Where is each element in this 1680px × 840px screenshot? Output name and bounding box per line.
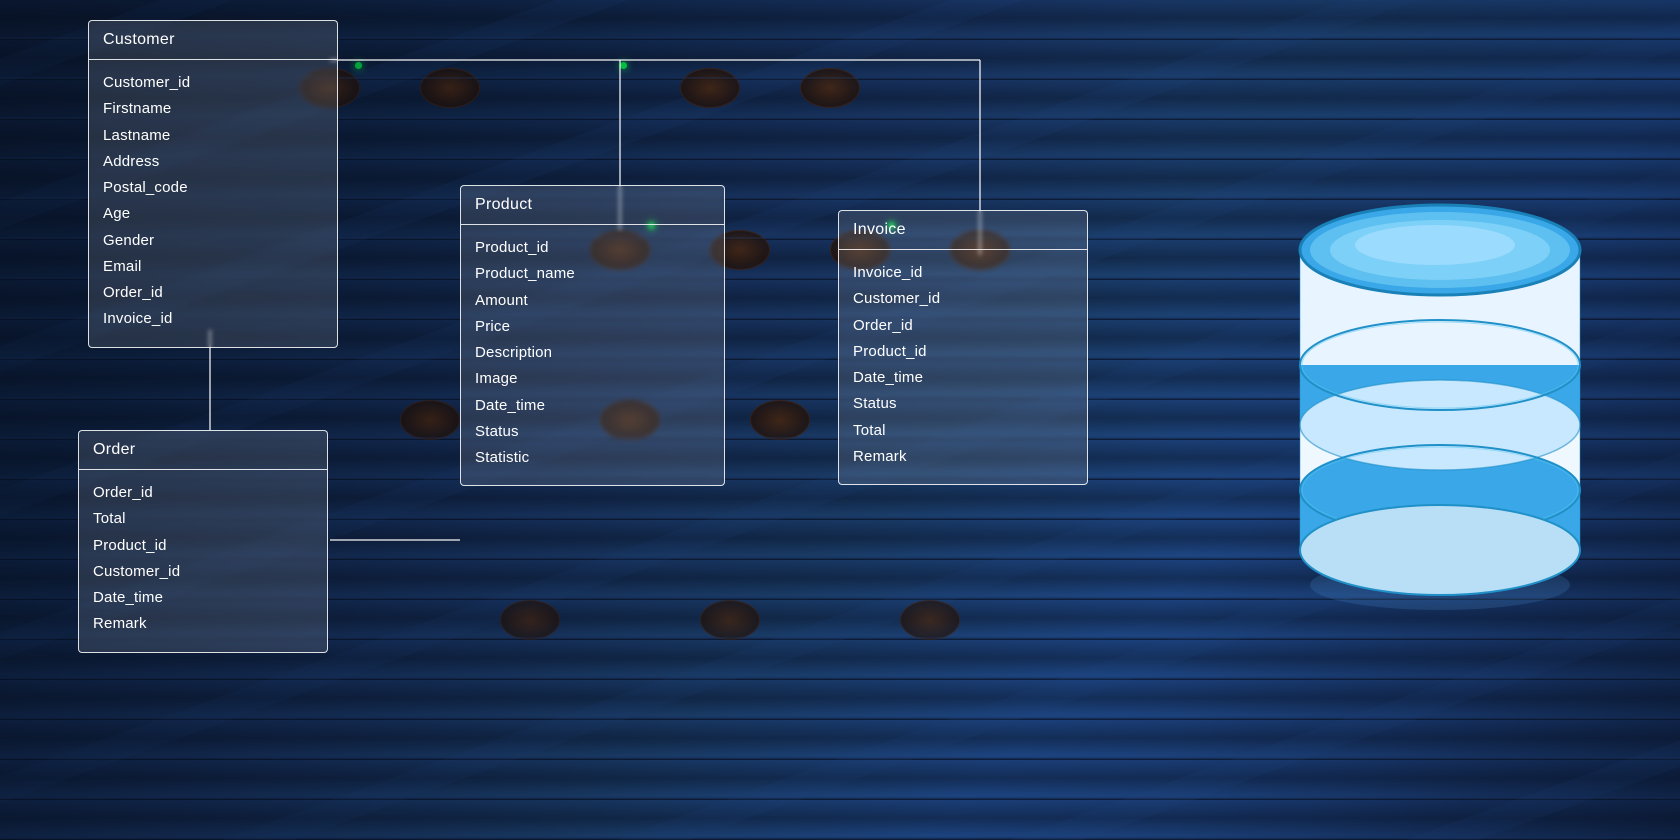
customer-field-5: Postal_code (103, 175, 323, 201)
customer-table: Customer Customer_id Firstname Lastname … (88, 20, 338, 348)
product-field-1: Product_id (475, 235, 710, 261)
invoice-table-header: Invoice (839, 211, 1087, 250)
customer-table-header: Customer (89, 21, 337, 60)
invoice-table-body: Invoice_id Customer_id Order_id Product_… (839, 250, 1087, 484)
invoice-field-5: Date_time (853, 365, 1073, 391)
customer-field-9: Order_id (103, 280, 323, 306)
customer-field-2: Firstname (103, 96, 323, 122)
product-field-4: Price (475, 314, 710, 340)
order-field-5: Date_time (93, 585, 313, 611)
order-field-2: Total (93, 506, 313, 532)
order-field-1: Order_id (93, 480, 313, 506)
invoice-field-6: Status (853, 391, 1073, 417)
invoice-field-3: Order_id (853, 313, 1073, 339)
invoice-table: Invoice Invoice_id Customer_id Order_id … (838, 210, 1088, 485)
invoice-field-7: Total (853, 418, 1073, 444)
product-table: Product Product_id Product_name Amount P… (460, 185, 725, 486)
invoice-field-8: Remark (853, 444, 1073, 470)
order-table-body: Order_id Total Product_id Customer_id Da… (79, 470, 327, 652)
customer-field-10: Invoice_id (103, 306, 323, 332)
product-field-6: Image (475, 366, 710, 392)
customer-field-7: Gender (103, 228, 323, 254)
customer-field-4: Address (103, 149, 323, 175)
product-field-8: Status (475, 419, 710, 445)
customer-field-1: Customer_id (103, 70, 323, 96)
product-field-5: Description (475, 340, 710, 366)
product-field-2: Product_name (475, 261, 710, 287)
order-table-header: Order (79, 431, 327, 470)
product-field-7: Date_time (475, 393, 710, 419)
product-table-header: Product (461, 186, 724, 225)
customer-field-8: Email (103, 254, 323, 280)
order-field-3: Product_id (93, 533, 313, 559)
order-table: Order Order_id Total Product_id Customer… (78, 430, 328, 653)
invoice-field-1: Invoice_id (853, 260, 1073, 286)
order-field-4: Customer_id (93, 559, 313, 585)
product-table-body: Product_id Product_name Amount Price Des… (461, 225, 724, 485)
customer-field-6: Age (103, 201, 323, 227)
customer-field-3: Lastname (103, 123, 323, 149)
customer-table-body: Customer_id Firstname Lastname Address P… (89, 60, 337, 347)
order-field-6: Remark (93, 611, 313, 637)
database-icon (1280, 130, 1600, 610)
product-field-9: Statistic (475, 445, 710, 471)
product-field-3: Amount (475, 288, 710, 314)
invoice-field-4: Product_id (853, 339, 1073, 365)
invoice-field-2: Customer_id (853, 286, 1073, 312)
